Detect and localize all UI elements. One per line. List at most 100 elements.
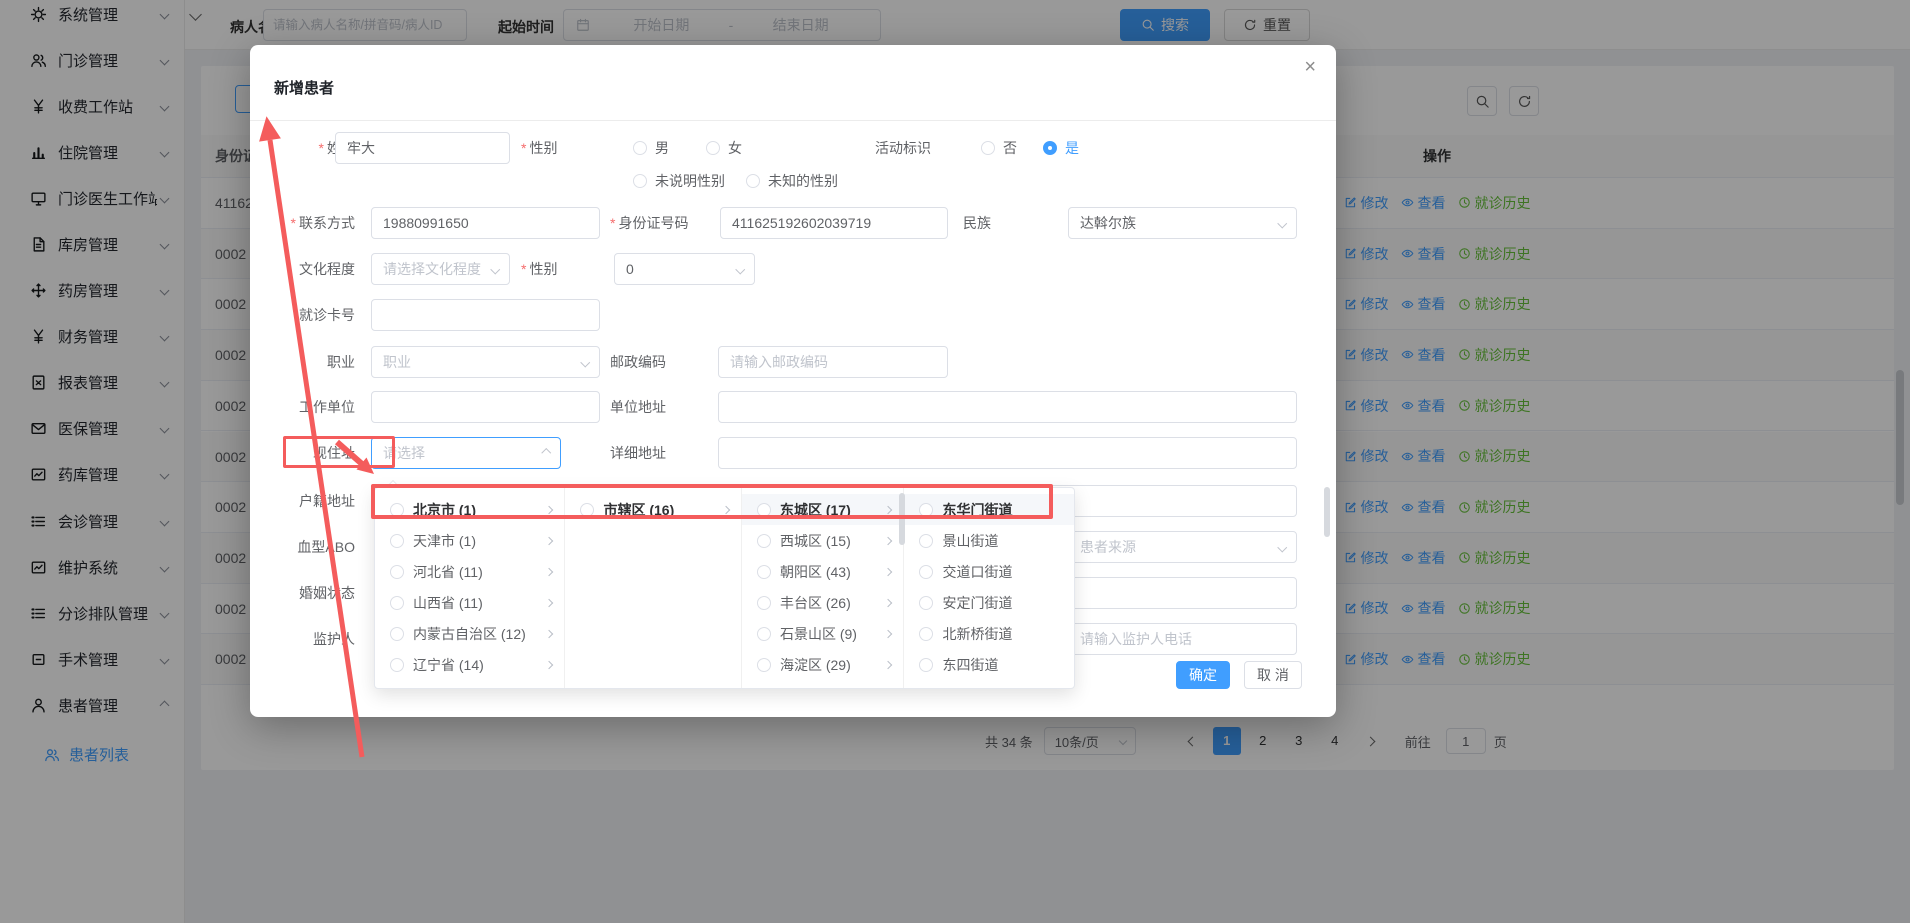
confirm-button[interactable]: 确定 — [1176, 661, 1230, 689]
radio-icon — [633, 174, 647, 188]
form-row-card: 就诊卡号 — [250, 299, 1336, 331]
radio-icon — [390, 658, 404, 672]
modal-scrollbar-thumb[interactable] — [1324, 487, 1330, 537]
postcode-input[interactable] — [718, 346, 948, 378]
gender-radio-unknown[interactable]: 未知的性别 — [746, 165, 838, 197]
radio-icon — [390, 565, 404, 579]
radio-icon — [390, 534, 404, 548]
gender-radio-male[interactable]: 男 — [633, 132, 669, 164]
radio-icon — [919, 658, 933, 672]
cascader-option[interactable]: 天津市 (1) — [375, 525, 564, 556]
guardian-label: 监护人 — [250, 623, 355, 655]
cascader-option[interactable]: 朝阳区 (43) — [742, 556, 904, 587]
radio-icon — [919, 565, 933, 579]
radio-icon — [757, 658, 771, 672]
education-label: 文化程度 — [250, 253, 355, 285]
current-address-cascader[interactable]: 请选择 — [371, 437, 561, 469]
radio-icon — [390, 627, 404, 641]
cascader-option[interactable]: 河北省 (11) — [375, 556, 564, 587]
visit-card-input[interactable] — [371, 299, 600, 331]
visit-card-label: 就诊卡号 — [250, 299, 355, 331]
gender-radio-female[interactable]: 女 — [706, 132, 742, 164]
nation-select[interactable]: 达斡尔族 — [1068, 207, 1297, 239]
radio-icon — [757, 565, 771, 579]
radio-icon — [757, 534, 771, 548]
unit-address-label: 单位地址 — [610, 391, 666, 423]
radio-icon — [390, 596, 404, 610]
active-radio-no[interactable]: 否 — [981, 132, 1017, 164]
radio-icon — [981, 141, 995, 155]
chevron-right-icon — [545, 629, 553, 637]
contact-input[interactable] — [371, 207, 600, 239]
radio-icon — [757, 627, 771, 641]
cascader-option[interactable]: 安定门街道 — [904, 587, 1074, 618]
idcard-input[interactable] — [720, 207, 948, 239]
cascader-option[interactable]: 北新桥街道 — [904, 618, 1074, 649]
radio-checked-icon — [1043, 141, 1057, 155]
cancel-button[interactable]: 取 消 — [1244, 661, 1302, 689]
marital-status-label: 婚姻状态 — [250, 577, 355, 609]
app-root: 系统管理门诊管理收费工作站住院管理门诊医生工作站库房管理药房管理财务管理报表管理… — [0, 0, 1910, 923]
cascader-option[interactable]: 西城区 (15) — [742, 525, 904, 556]
cascader-option[interactable]: 辽宁省 (14) — [375, 649, 564, 680]
workunit-label: 工作单位 — [250, 391, 355, 423]
cascader-option[interactable]: 景山街道 — [904, 525, 1074, 556]
form-row-workunit: 工作单位 单位地址 — [250, 391, 1336, 423]
chevron-right-icon — [884, 567, 892, 575]
chevron-right-icon — [884, 536, 892, 544]
radio-icon — [706, 141, 720, 155]
chevron-up-icon — [541, 448, 550, 457]
chevron-down-icon — [1277, 542, 1286, 551]
postcode-label: 邮政编码 — [610, 346, 666, 378]
radio-icon — [633, 141, 647, 155]
form-row-current-address: 现住址 请选择 详细地址 — [250, 437, 1336, 469]
chevron-right-icon — [884, 629, 892, 637]
annotation-box-cascader-row — [371, 484, 1053, 519]
registered-address-label: 户籍地址 — [250, 485, 355, 517]
chevron-right-icon — [545, 660, 553, 668]
form-row-name: *姓名 *性别 男 女 活动标识 否 是 — [250, 132, 1336, 164]
unit-address-input[interactable] — [718, 391, 1297, 423]
cascader-option[interactable]: 丰台区 (26) — [742, 587, 904, 618]
cascader-option[interactable]: 山西省 (11) — [375, 587, 564, 618]
chevron-right-icon — [884, 598, 892, 606]
nation-label: 民族 — [963, 207, 991, 239]
chevron-right-icon — [545, 598, 553, 606]
chevron-right-icon — [545, 567, 553, 575]
gender-code-select[interactable]: 0 — [614, 253, 755, 285]
cascader-option[interactable]: 石景山区 (9) — [742, 618, 904, 649]
education-select[interactable]: 请选择文化程度 — [371, 253, 510, 285]
chevron-down-icon — [490, 264, 499, 273]
cascader-option[interactable]: 东四街道 — [904, 649, 1074, 680]
close-icon[interactable]: × — [1304, 57, 1316, 77]
radio-icon — [746, 174, 760, 188]
form-row-education: 文化程度 请选择文化程度 *性别 0 — [250, 253, 1336, 285]
marital-input[interactable] — [1068, 577, 1297, 609]
detail-address-label: 详细地址 — [610, 437, 666, 469]
cascader-option[interactable]: 海淀区 (29) — [742, 649, 904, 680]
form-row-occupation: 职业 职业 邮政编码 — [250, 346, 1336, 378]
chevron-right-icon — [884, 660, 892, 668]
patient-source-select[interactable]: 患者来源 — [1068, 531, 1297, 563]
occupation-select[interactable]: 职业 — [371, 346, 600, 378]
active-radio-yes[interactable]: 是 — [1043, 132, 1079, 164]
detail-address-input[interactable] — [718, 437, 1297, 469]
workunit-input[interactable] — [371, 391, 600, 423]
radio-icon — [919, 534, 933, 548]
cascader-option[interactable]: 交道口街道 — [904, 556, 1074, 587]
cascader-option[interactable]: 内蒙古自治区 (12) — [375, 618, 564, 649]
radio-icon — [919, 596, 933, 610]
guardian-phone-input[interactable] — [1068, 623, 1297, 655]
radio-icon — [757, 596, 771, 610]
modal-title: 新增患者 — [274, 77, 334, 98]
gender-radio-unstated[interactable]: 未说明性别 — [633, 165, 725, 197]
modal-divider — [250, 120, 1336, 121]
name-input[interactable] — [335, 132, 510, 164]
chevron-down-icon — [735, 264, 744, 273]
radio-icon — [919, 627, 933, 641]
chevron-down-icon — [1277, 218, 1286, 227]
blood-type-label: 血型ABO — [250, 531, 355, 563]
chevron-down-icon — [580, 357, 589, 366]
form-row-gender-extra: 未说明性别 未知的性别 — [250, 165, 1336, 197]
form-row-contact: *联系方式 *身份证号码 民族 达斡尔族 — [250, 207, 1336, 239]
